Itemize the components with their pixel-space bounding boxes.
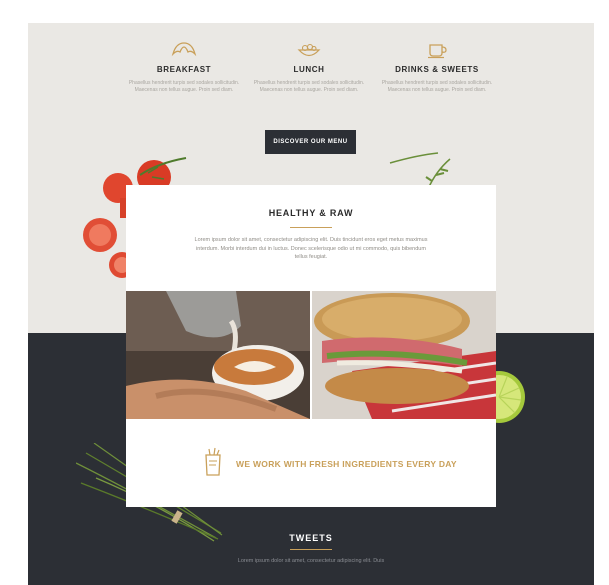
fresh-ingredients-row: WE WORK WITH FRESH INGREDIENTS EVERY DAY [126, 445, 496, 479]
feature-drinks: DRINKS & SWEETS Phasellus hendrerit turp… [377, 41, 497, 93]
feature-text: Phasellus hendrerit turpis sed sodales s… [381, 80, 493, 93]
feature-breakfast: BREAKFAST Phasellus hendrerit turpis sed… [124, 41, 244, 93]
tweet-text: Lorem ipsum dolor sit amet, consectetur … [237, 558, 385, 564]
healthy-card: HEALTHY & RAW Lorem ipsum dolor sit amet… [126, 185, 496, 507]
landing-page: BREAKFAST Phasellus hendrerit turpis sed… [28, 23, 594, 585]
croissant-icon [171, 42, 197, 57]
grocery-bag-icon [205, 447, 221, 476]
latte-art-photo [126, 291, 310, 419]
title-underline [290, 227, 332, 228]
feature-text: Phasellus hendrerit turpis sed sodales s… [128, 80, 240, 93]
healthy-description: Lorem ipsum dolor sit amet, consectetur … [194, 237, 428, 260]
tweets-title: TWEETS [289, 533, 333, 543]
feature-text: Phasellus hendrerit turpis sed sodales s… [253, 80, 365, 93]
tweets-underline [290, 549, 332, 550]
healthy-title: HEALTHY & RAW [268, 208, 354, 218]
lime-decoration [493, 371, 525, 423]
fresh-ingredients-text: WE WORK WITH FRESH INGREDIENTS EVERY DAY [236, 459, 457, 469]
coffee-cup-icon [428, 44, 447, 59]
bowl-icon [297, 43, 321, 57]
feature-title: DRINKS & SWEETS [395, 65, 479, 74]
feature-title: BREAKFAST [156, 65, 212, 74]
feature-title: LUNCH [293, 65, 325, 74]
discover-menu-button[interactable]: DISCOVER OUR MENU [265, 130, 356, 154]
feature-lunch: LUNCH Phasellus hendrerit turpis sed sod… [249, 41, 369, 93]
sandwich-photo [312, 291, 496, 419]
